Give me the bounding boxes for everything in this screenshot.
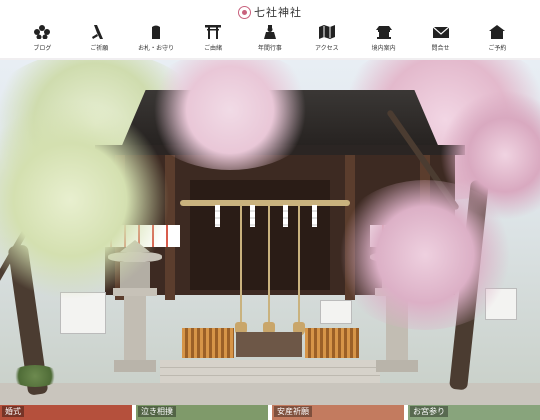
nav-item-amulets[interactable]: お札・お守り: [129, 24, 183, 58]
feature-wedding[interactable]: 婚式: [0, 405, 132, 420]
offering-box: [236, 332, 302, 357]
shrine-icon: [375, 24, 393, 40]
notice-board: [320, 300, 352, 324]
torii-icon: [204, 24, 222, 40]
nav-item-contact[interactable]: 問合せ: [414, 24, 468, 58]
nav-item-history[interactable]: ご由緒: [186, 24, 240, 58]
feature-safe-delivery[interactable]: 安産祈願: [272, 405, 404, 420]
logo-emblem-icon: [238, 5, 251, 19]
site-logo[interactable]: 七社神社: [0, 3, 540, 21]
feature-shrine-visit[interactable]: お宮参り: [408, 405, 540, 420]
mail-icon: [432, 24, 450, 40]
sacred-rope: [180, 200, 350, 206]
nav-label: お札・お守り: [138, 45, 175, 52]
bell-rope: [298, 206, 300, 326]
paper-streamer: [312, 205, 317, 227]
flower-icon: [33, 24, 51, 40]
main-nav: ブログ ご祈願 お札・お守り ご由緒 年間行事 アクセス 境内案内 問合せ ご予…: [0, 24, 540, 58]
nav-label: ご祈願: [90, 45, 109, 52]
bell-rope: [240, 206, 242, 326]
feature-strip: 婚式 泣き相撲 安産祈願 お宮参り: [0, 405, 540, 420]
nav-item-reserve[interactable]: ご予約: [470, 24, 524, 58]
stone-steps: [160, 360, 380, 385]
shrine-interior: [190, 180, 330, 290]
priest-icon: [261, 24, 279, 40]
nav-label: ご予約: [488, 45, 507, 52]
nav-label: 問合せ: [431, 45, 450, 52]
bell-rope: [268, 206, 270, 326]
nav-label: ご由緒: [204, 45, 223, 52]
site-header: 七社神社 ブログ ご祈願 お札・お守り ご由緒 年間行事 アクセス 境内案内 問…: [0, 0, 540, 60]
hero-image: [0, 60, 540, 405]
nav-label: 境内案内: [371, 45, 396, 52]
wooden-fence: [305, 328, 359, 358]
paper-streamer: [215, 205, 220, 227]
nav-item-access[interactable]: アクセス: [300, 24, 354, 58]
feature-label: 婚式: [2, 406, 24, 417]
house-icon: [488, 24, 506, 40]
feature-label: 安産祈願: [274, 406, 312, 417]
shrub: [10, 365, 60, 387]
nav-label: アクセス: [314, 45, 339, 52]
nav-label: ブログ: [33, 45, 52, 52]
nav-label: 年間行事: [257, 45, 282, 52]
nav-item-grounds[interactable]: 境内案内: [357, 24, 411, 58]
amulet-icon: [147, 24, 165, 40]
map-icon: [318, 24, 336, 40]
feature-label: 泣き相撲: [138, 406, 176, 417]
brush-icon: [90, 24, 108, 40]
paper-streamer: [250, 205, 255, 227]
feature-label: お宮参り: [410, 406, 448, 417]
paper-streamer: [283, 205, 288, 227]
logo-text: 七社神社: [254, 6, 302, 19]
nav-item-prayer[interactable]: ご祈願: [72, 24, 126, 58]
nav-item-events[interactable]: 年間行事: [243, 24, 297, 58]
header-divider: [0, 58, 540, 60]
nav-item-blog[interactable]: ブログ: [15, 24, 69, 58]
feature-crying-sumo[interactable]: 泣き相撲: [136, 405, 268, 420]
wooden-fence: [182, 328, 234, 358]
